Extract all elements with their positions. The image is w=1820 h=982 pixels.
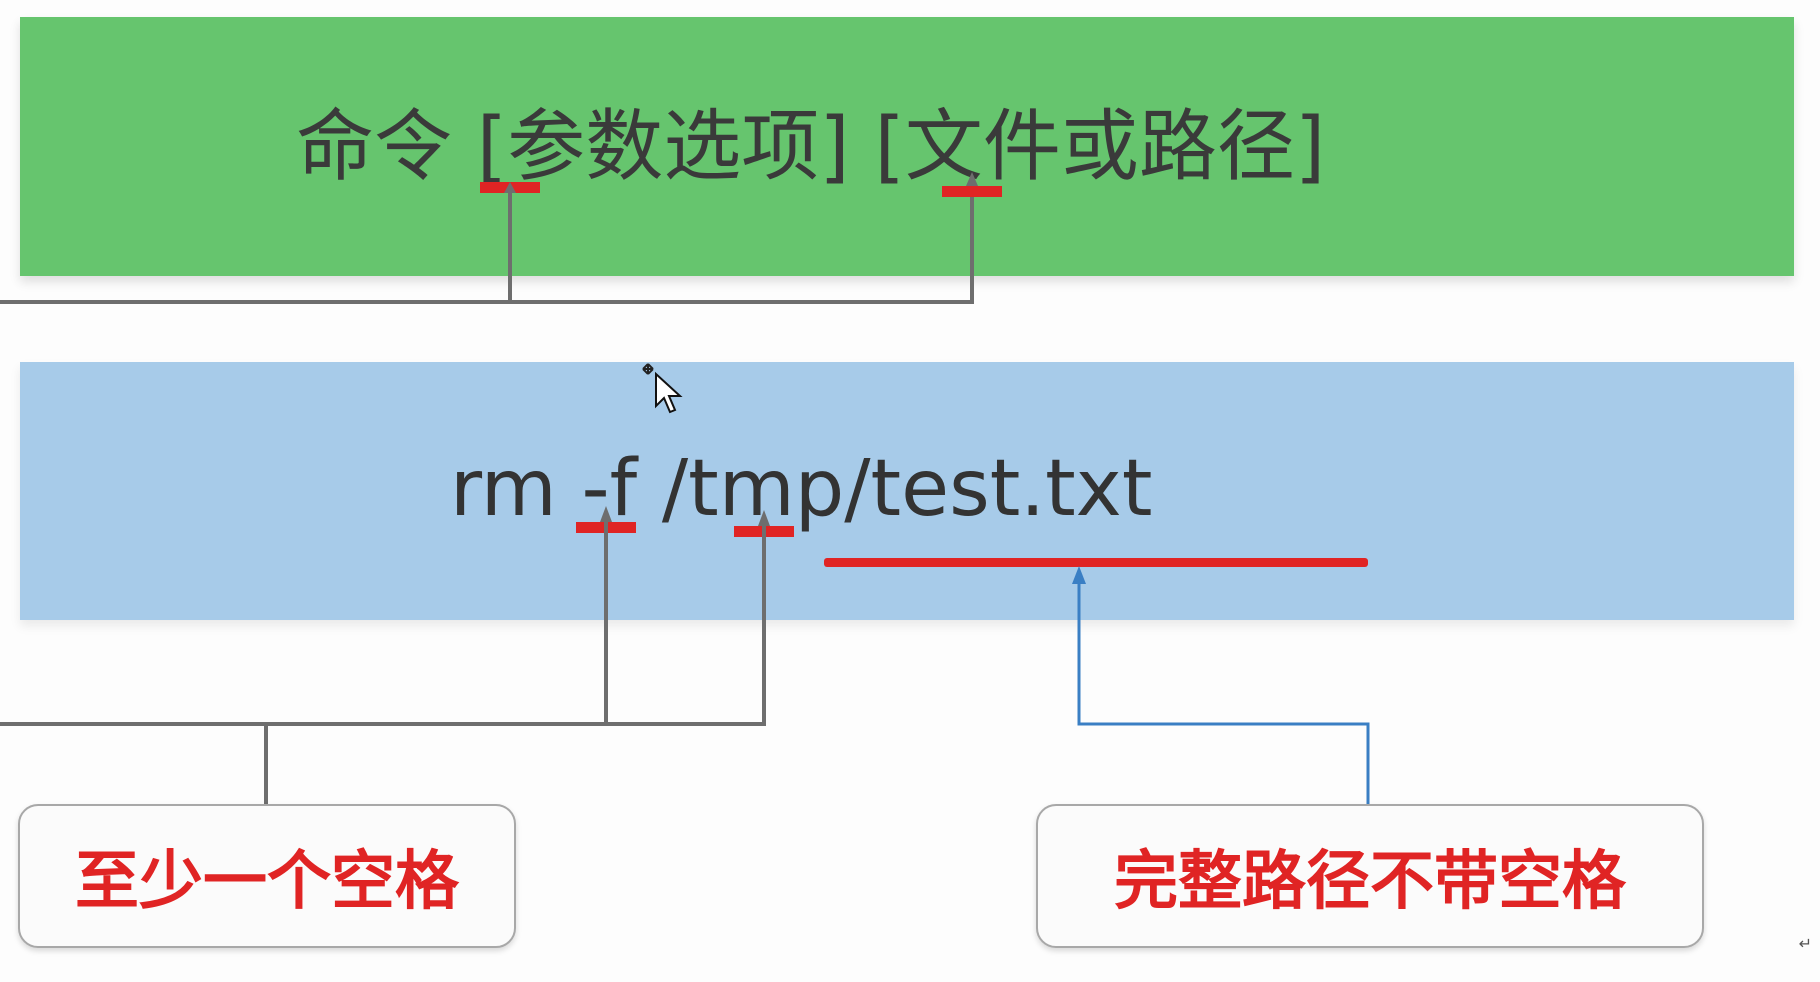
path-connector	[1077, 584, 1370, 804]
syntax-arrow-2	[966, 172, 978, 186]
space-marker-2	[942, 186, 1002, 197]
example-arrow-1	[600, 506, 612, 522]
callout-full-path-no-spaces: 完整路径不带空格	[1036, 804, 1704, 948]
syntax-connector-1	[0, 193, 512, 304]
move-cursor-icon	[642, 363, 683, 414]
callout-min-one-space: 至少一个空格	[18, 804, 516, 948]
example-arrow-2	[758, 510, 770, 526]
return-mark-icon: ↵	[1798, 934, 1812, 953]
path-arrow	[1072, 566, 1086, 584]
example-connector-2	[0, 526, 766, 726]
syntax-connector-2	[510, 197, 974, 304]
path-underline	[824, 558, 1368, 567]
